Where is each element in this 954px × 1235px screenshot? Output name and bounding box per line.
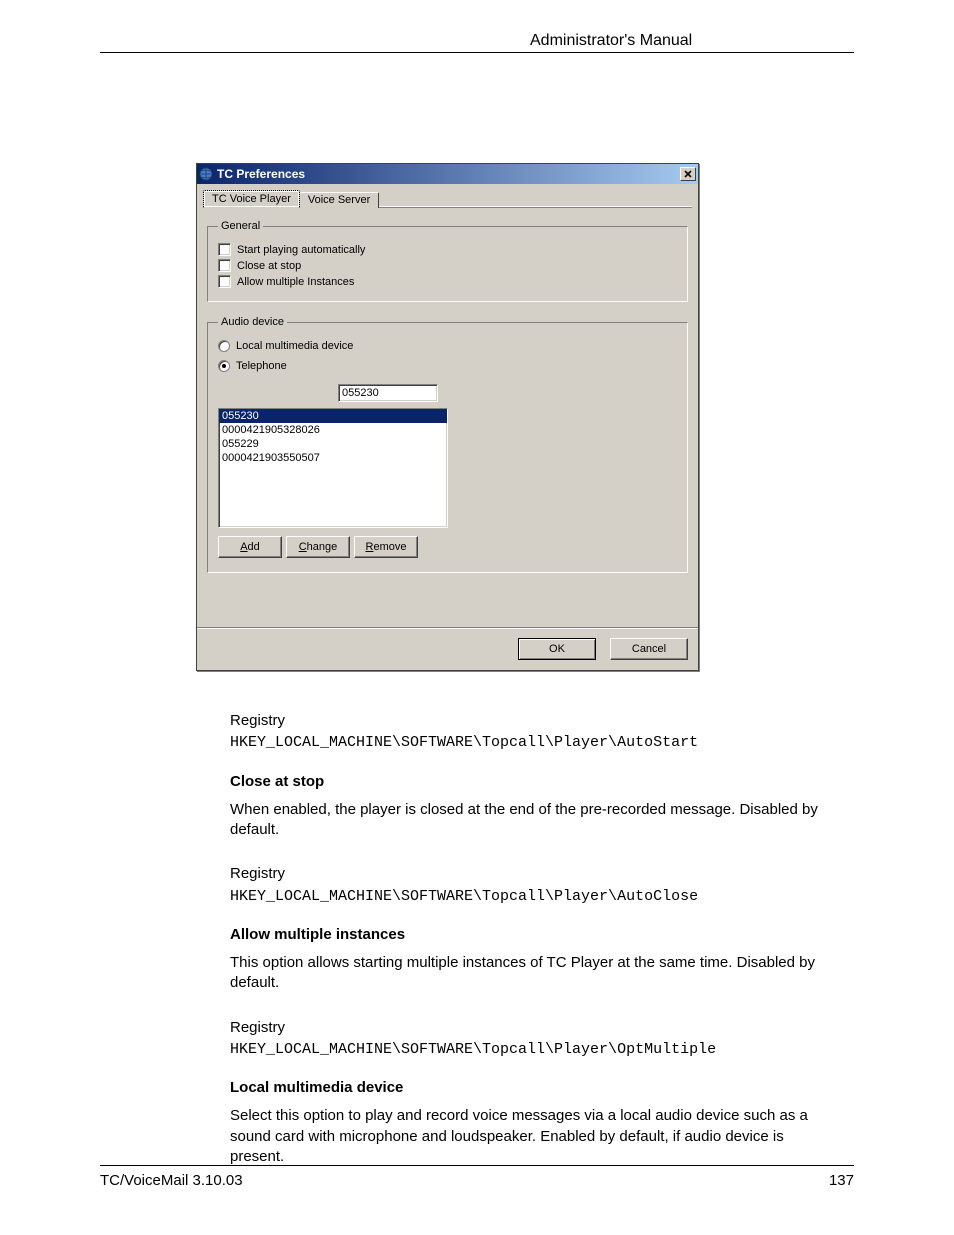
dialog-title: TC Preferences — [217, 167, 680, 181]
page-header: Administrator's Manual — [100, 32, 854, 53]
group-audio-device: Audio device Local multimedia device Tel… — [207, 316, 688, 573]
section-heading: Allow multiple instances — [230, 925, 834, 945]
list-item[interactable]: 0000421905328026 — [219, 423, 447, 437]
registry-label: Registry — [230, 864, 834, 884]
tab-voice-server[interactable]: Voice Server — [299, 192, 379, 208]
section-body: When enabled, the player is closed at th… — [230, 800, 834, 841]
radio-local-multimedia[interactable] — [218, 340, 230, 352]
legend-audio: Audio device — [218, 316, 287, 328]
section-heading: Close at stop — [230, 772, 834, 792]
label-close-at-stop: Close at stop — [237, 260, 301, 272]
section-body: Select this option to play and record vo… — [230, 1106, 834, 1167]
add-button[interactable]: Add — [218, 536, 282, 558]
preferences-dialog: TC Preferences TC Voice Player Voice Ser… — [196, 163, 699, 671]
ok-button[interactable]: OK — [518, 638, 596, 660]
cancel-button[interactable]: Cancel — [610, 638, 688, 660]
section-body: This option allows starting multiple ins… — [230, 953, 834, 994]
close-icon[interactable] — [680, 167, 696, 181]
change-button[interactable]: Change — [286, 536, 350, 558]
header-title: Administrator's Manual — [530, 32, 692, 50]
registry-path: HKEY_LOCAL_MACHINE\SOFTWARE\Topcall\Play… — [230, 887, 834, 907]
checkbox-multiple-instances[interactable] — [218, 275, 231, 288]
titlebar: TC Preferences — [197, 164, 698, 184]
list-item[interactable]: 055230 — [219, 409, 447, 423]
label-local-multimedia: Local multimedia device — [236, 340, 353, 352]
registry-path: HKEY_LOCAL_MACHINE\SOFTWARE\Topcall\Play… — [230, 1040, 834, 1060]
body-text: Registry HKEY_LOCAL_MACHINE\SOFTWARE\Top… — [230, 711, 834, 1167]
section-heading: Local multimedia device — [230, 1078, 834, 1098]
registry-path: HKEY_LOCAL_MACHINE\SOFTWARE\Topcall\Play… — [230, 733, 834, 753]
radio-telephone[interactable] — [218, 360, 230, 372]
registry-label: Registry — [230, 1018, 834, 1038]
legend-general: General — [218, 220, 263, 232]
footer-right: 137 — [829, 1172, 854, 1189]
dialog-footer: OK Cancel — [197, 627, 698, 670]
checkbox-close-at-stop[interactable] — [218, 259, 231, 272]
dialog-screenshot: TC Preferences TC Voice Player Voice Ser… — [196, 163, 699, 671]
tab-voice-player[interactable]: TC Voice Player — [203, 190, 300, 208]
page-footer: TC/VoiceMail 3.10.03 137 — [100, 1165, 854, 1189]
label-autostart: Start playing automatically — [237, 244, 365, 256]
tab-strip: TC Voice Player Voice Server — [197, 184, 698, 208]
list-item[interactable]: 0000421903550507 — [219, 451, 447, 465]
registry-label: Registry — [230, 711, 834, 731]
list-item[interactable]: 055229 — [219, 437, 447, 451]
label-multiple-instances: Allow multiple Instances — [237, 276, 354, 288]
app-icon — [199, 167, 213, 181]
remove-button[interactable]: Remove — [354, 536, 418, 558]
telephone-input[interactable] — [338, 384, 438, 402]
footer-left: TC/VoiceMail 3.10.03 — [100, 1172, 243, 1189]
telephone-listbox[interactable]: 055230 0000421905328026 055229 000042190… — [218, 408, 448, 528]
checkbox-autostart[interactable] — [218, 243, 231, 256]
group-general: General Start playing automatically Clos… — [207, 220, 688, 302]
label-telephone: Telephone — [236, 360, 287, 372]
